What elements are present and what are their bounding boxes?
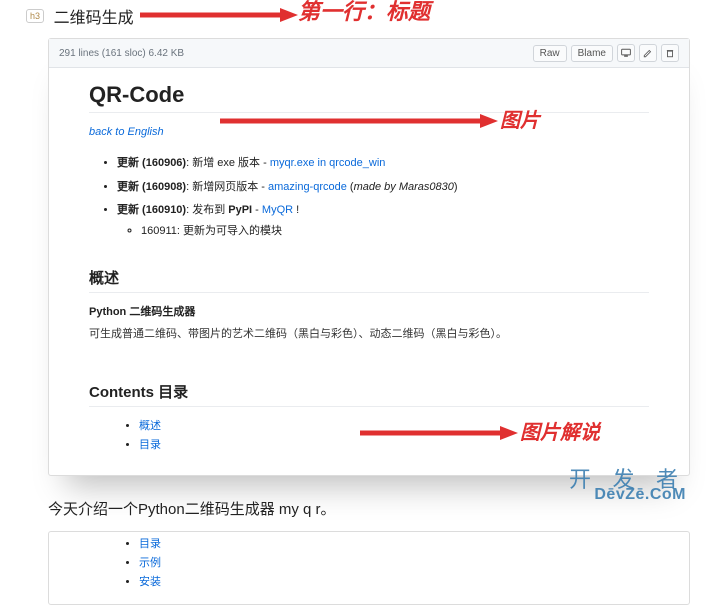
readme-card: 291 lines (161 sloc) 6.42 KB Raw Blame Q… [48,38,690,476]
desktop-icon[interactable] [617,44,635,62]
link-myqrexe[interactable]: myqr.exe in qrcode_win [270,157,386,169]
annotation-image: 图片 [500,104,540,133]
list-item: 160911: 更新为可导入的模块 [141,223,649,240]
list-item: 更新 (160910): 发布到 PyPI - MyQR ! 160911: 更… [117,202,649,239]
h3-badge: h3 [26,9,44,23]
annotation-caption: 图片解说 [520,416,600,445]
article-title: 二维码生成 [54,4,134,28]
arrow-icon [220,112,500,132]
file-meta: 291 lines (161 sloc) 6.42 KB [59,48,184,59]
raw-button[interactable]: Raw [533,45,567,62]
list-item: 目录 [139,535,649,551]
arrow-icon [140,6,300,26]
link-myqr[interactable]: MyQR [262,204,293,216]
readme-h1: QR-Code [89,82,649,113]
trash-icon[interactable] [661,44,679,62]
overview-desc: 可生成普通二维码、带图片的艺术二维码（黑白与彩色）、动态二维码（黑白与彩色）。 [89,325,649,341]
list-item: 更新 (160908): 新增网页版本 - amazing-qrcode (ma… [117,179,649,196]
annotation-row1: 第一行：标题 [298,0,430,26]
card-header: 291 lines (161 sloc) 6.42 KB Raw Blame [49,39,689,68]
list-item: 示例 [139,554,649,570]
watermark-en: DēvZē.CoM [594,486,686,504]
blame-button[interactable]: Blame [571,45,613,62]
overview-heading: 概述 [89,267,649,293]
readme-card-lower: 目录 示例 安装 [48,531,690,605]
list-item: 安装 [139,573,649,589]
arrow-icon [360,424,520,444]
back-link[interactable]: back to English [89,126,164,138]
link-amazing[interactable]: amazing-qrcode [268,181,347,193]
edit-icon[interactable] [639,44,657,62]
toc-list-lower: 目录 示例 安装 [89,535,649,589]
contents-heading: Contents 目录 [89,381,649,407]
overview-subhead: Python 二维码生成器 [89,303,649,319]
list-item: 更新 (160906): 新增 exe 版本 - myqr.exe in qrc… [117,155,649,172]
update-list: 更新 (160906): 新增 exe 版本 - myqr.exe in qrc… [89,155,649,239]
